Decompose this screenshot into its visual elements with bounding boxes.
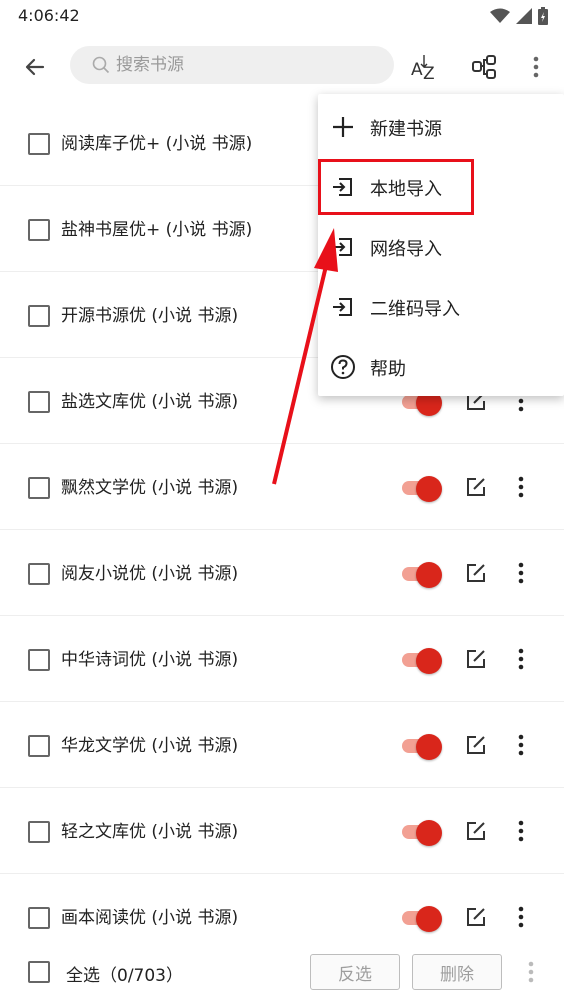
row-checkbox[interactable] [28, 907, 50, 929]
row-checkbox[interactable] [28, 563, 50, 585]
enable-switch[interactable] [400, 817, 444, 847]
menu-item-label: 帮助 [370, 359, 406, 380]
help-icon [331, 355, 355, 379]
more-vert-icon[interactable] [512, 733, 530, 757]
overflow-menu: 新建书源 本地导入 网络导入 二维码导入 帮助 [318, 94, 564, 396]
group-icon [472, 55, 496, 79]
row-checkbox[interactable] [28, 821, 50, 843]
more-button[interactable] [522, 49, 550, 85]
more-vert-icon[interactable] [512, 475, 530, 499]
search-input[interactable] [116, 55, 366, 75]
import-icon [333, 298, 352, 316]
toolbar: A Z [0, 32, 564, 98]
source-name: 阅友小说优 (小说 书源) [61, 564, 239, 584]
sort-az-icon: A Z [411, 55, 435, 82]
plus-icon [333, 117, 353, 137]
menu-item-label: 二维码导入 [370, 299, 460, 320]
source-name: 盐神书屋优+ (小说 书源) [61, 220, 253, 240]
status-time: 4:06:42 [18, 6, 80, 25]
signal-icon [516, 8, 532, 24]
source-name: 轻之文库优 (小说 书源) [61, 822, 239, 842]
row-checkbox[interactable] [28, 305, 50, 327]
row-checkbox[interactable] [28, 133, 50, 155]
more-vert-icon[interactable] [512, 561, 530, 585]
highlight-box [318, 159, 474, 215]
menu-item-new-source[interactable]: 新建书源 [318, 96, 564, 156]
source-name: 开源书源优 (小说 书源) [61, 306, 239, 326]
row-checkbox[interactable] [28, 391, 50, 413]
back-button[interactable] [18, 50, 52, 84]
bottom-bar: 全选（0/703） 反选 删除 [0, 944, 564, 1004]
select-all-checkbox[interactable] [28, 961, 50, 983]
row-checkbox[interactable] [28, 649, 50, 671]
row-checkbox[interactable] [28, 735, 50, 757]
menu-item-label: 网络导入 [370, 239, 442, 260]
list-item[interactable]: 轻之文库优 (小说 书源) [0, 788, 564, 874]
source-name: 飘然文学优 (小说 书源) [61, 478, 239, 498]
edit-icon[interactable] [464, 733, 488, 757]
status-bar: 4:06:42 [0, 0, 564, 32]
import-icon [333, 238, 352, 256]
more-vert-icon[interactable] [512, 647, 530, 671]
enable-switch[interactable] [400, 903, 444, 933]
edit-icon[interactable] [464, 647, 488, 671]
more-vert-icon[interactable] [512, 905, 530, 929]
more-vert-icon[interactable] [522, 960, 540, 984]
more-vert-icon[interactable] [512, 819, 530, 843]
source-name: 画本阅读优 (小说 书源) [61, 908, 239, 928]
battery-icon [538, 7, 548, 25]
edit-icon[interactable] [464, 905, 488, 929]
menu-item-qrcode-import[interactable]: 二维码导入 [318, 276, 564, 336]
list-item[interactable]: 阅友小说优 (小说 书源) [0, 530, 564, 616]
select-all-label: 全选（0/703） [66, 966, 183, 986]
enable-switch[interactable] [400, 473, 444, 503]
enable-switch[interactable] [400, 645, 444, 675]
more-vert-icon [533, 56, 539, 78]
delete-button[interactable]: 删除 [412, 954, 502, 990]
source-name: 盐选文库优 (小说 书源) [61, 392, 239, 412]
enable-switch[interactable] [400, 559, 444, 589]
edit-icon[interactable] [464, 475, 488, 499]
edit-icon[interactable] [464, 561, 488, 585]
row-checkbox[interactable] [28, 219, 50, 241]
wifi-icon [490, 8, 510, 23]
list-item[interactable]: 飘然文学优 (小说 书源) [0, 444, 564, 530]
source-name: 中华诗词优 (小说 书源) [61, 650, 239, 670]
menu-item-network-import[interactable]: 网络导入 [318, 216, 564, 276]
row-checkbox[interactable] [28, 477, 50, 499]
svg-text:A: A [411, 60, 423, 80]
list-item[interactable]: 华龙文学优 (小说 书源) [0, 702, 564, 788]
status-icons [490, 6, 548, 26]
edit-icon[interactable] [464, 819, 488, 843]
search-box[interactable] [70, 46, 394, 84]
menu-item-help[interactable]: 帮助 [318, 336, 564, 396]
sort-button[interactable]: A Z [406, 49, 442, 85]
arrow-left-icon [25, 58, 45, 76]
menu-item-label: 新建书源 [370, 119, 442, 140]
source-name: 华龙文学优 (小说 书源) [61, 736, 239, 756]
search-icon [92, 56, 110, 74]
source-name: 阅读库子优+ (小说 书源) [61, 134, 253, 154]
enable-switch[interactable] [400, 731, 444, 761]
invert-selection-button[interactable]: 反选 [310, 954, 400, 990]
group-button[interactable] [466, 49, 502, 85]
list-item[interactable]: 中华诗词优 (小说 书源) [0, 616, 564, 702]
